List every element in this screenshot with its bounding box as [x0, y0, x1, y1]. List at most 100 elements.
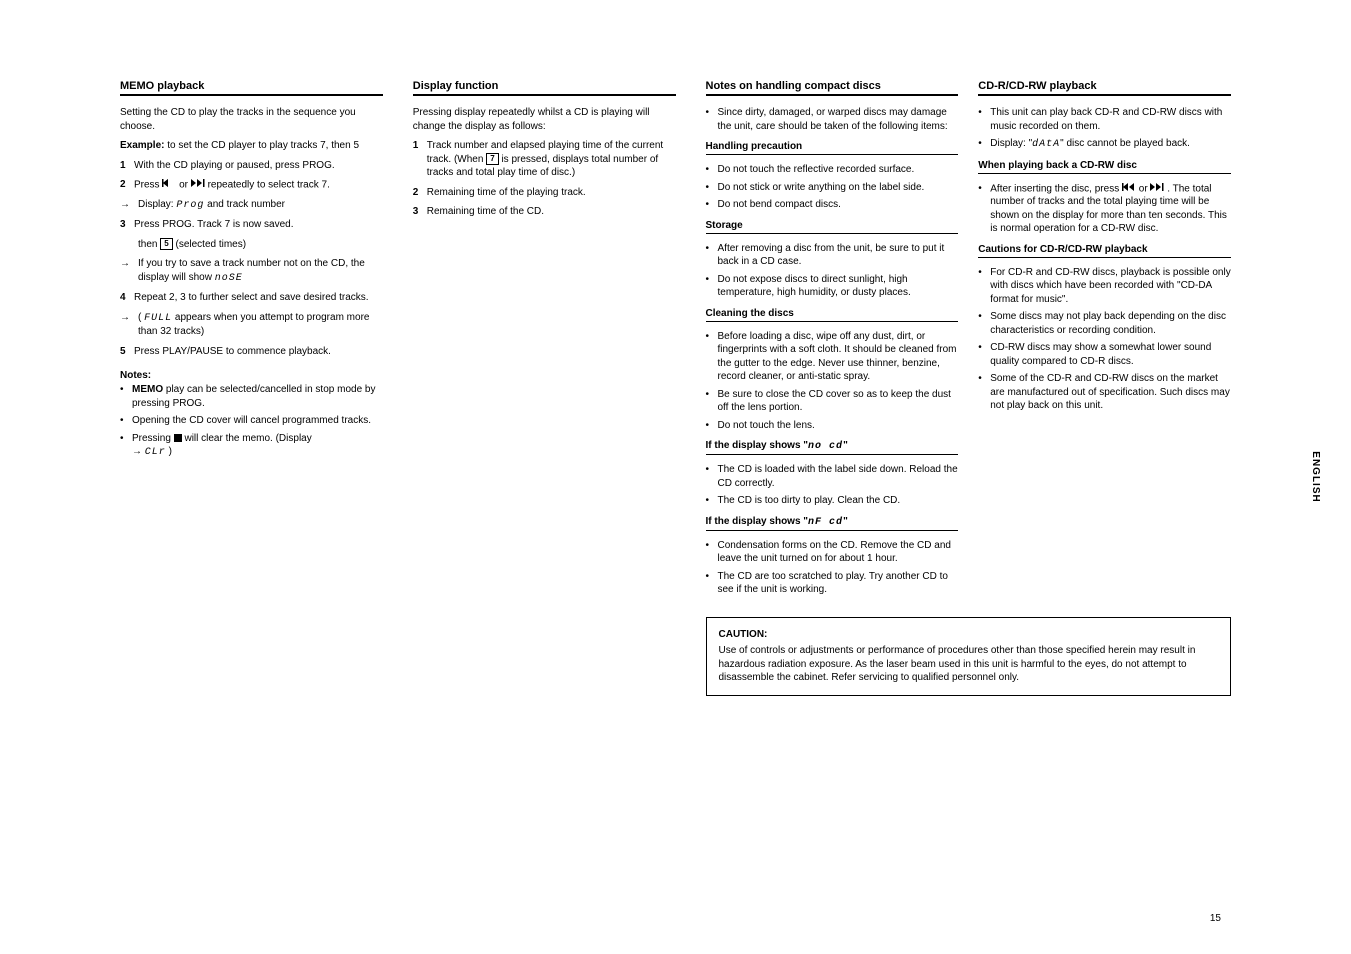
display-step-3: 3 Remaining time of the CD.: [413, 205, 676, 219]
memo-step-5: 5 Press PLAY/PAUSE to commence playback.: [120, 345, 383, 359]
title-cdr: CD-R/CD-RW playback: [978, 80, 1231, 96]
hand-b13: The CD are too scratched to play. Try an…: [718, 570, 959, 597]
memo-example: Example: to set the CD player to play tr…: [120, 139, 383, 153]
sub4-a: (: [138, 312, 141, 323]
sub3a-a: then: [138, 239, 160, 250]
cdr-c2: Some discs may not play back depending o…: [990, 310, 1231, 337]
column-display-function: Display function Pressing display repeat…: [413, 80, 676, 840]
sidebar-language-label: ENGLISH: [1310, 451, 1321, 502]
display-step-2-text: Remaining time of the playing track.: [427, 186, 586, 200]
memo-note-3d: ): [169, 446, 172, 457]
hand-b5: After removing a disc from the unit, be …: [718, 242, 959, 269]
cdr-c1: For CD-R and CD-RW discs, playback is po…: [990, 266, 1231, 307]
column-cdr-playback: CD-R/CD-RW playback •This unit can play …: [978, 80, 1231, 601]
arrow-icon: →: [120, 311, 134, 339]
hand-b6: Do not expose discs to direct sunlight, …: [718, 273, 959, 300]
memo-step-5-text: Press PLAY/PAUSE to commence playback.: [134, 345, 331, 359]
key-7: 7: [486, 153, 498, 165]
title-display: Display function: [413, 80, 676, 96]
key-5: 5: [160, 238, 172, 250]
cdr-b2c: " disc cannot be played back.: [1060, 138, 1190, 149]
skip-next-icon: [1150, 182, 1164, 196]
memo-note-2-text: Opening the CD cover will cancel program…: [132, 414, 371, 428]
column-handling-notes: Notes on handling compact discs • Since …: [706, 80, 959, 601]
h-cdr-cautions: Cautions for CD-R/CD-RW playback: [978, 244, 1231, 258]
sub3a-c: (selected times): [175, 239, 246, 250]
memo-step-2: 2 Press or repeatedly to select track 7.: [120, 178, 383, 192]
memo-note-1b: play can be selected/cancelled in stop m…: [132, 384, 375, 409]
memo-note-1: • MEMO play can be selected/cancelled in…: [120, 383, 383, 410]
memo-step-2-sub: → Display: Prog and track number: [120, 198, 383, 213]
memo-step-2b: or: [179, 179, 191, 190]
title-memo: MEMO playback: [120, 80, 383, 96]
h-handling-precaution: Handling precaution: [706, 141, 959, 155]
right-block: Notes on handling compact discs • Since …: [706, 80, 1232, 840]
memo-step-3: 3 Press PROG. Track 7 is now saved.: [120, 218, 383, 232]
hand-b12: Condensation forms on the CD. Remove the…: [718, 539, 959, 566]
caution-box: CAUTION: Use of controls or adjustments …: [706, 617, 1232, 696]
lcd-prog: Prog: [176, 200, 204, 211]
memo-step-2a: Press: [134, 179, 162, 190]
hand-b11: The CD is too dirty to play. Clean the C…: [718, 494, 901, 508]
hand-b9: Do not touch the lens.: [718, 419, 815, 433]
skip-next-icon: [191, 178, 205, 192]
notes-header: Notes:: [120, 370, 383, 381]
example-body: to set the CD player to play tracks 7, t…: [167, 140, 359, 151]
memo-note-3a: Pressing: [132, 433, 174, 444]
memo-step-4: 4 Repeat 2, 3 to further select and save…: [120, 291, 383, 305]
lcd-full: FULL: [144, 313, 172, 324]
cdr-c3: CD-RW discs may show a somewhat lower so…: [990, 341, 1231, 368]
cdr-b1: This unit can play back CD-R and CD-RW d…: [990, 106, 1231, 133]
arrow-icon: →: [120, 198, 134, 213]
hand-b4: Do not bend compact discs.: [718, 198, 841, 212]
display-step-2: 2 Remaining time of the playing track.: [413, 186, 676, 200]
memo-step-4-sub: → ( FULL appears when you attempt to pro…: [120, 311, 383, 339]
caution-body: Use of controls or adjustments or perfor…: [719, 644, 1219, 685]
page-number: 15: [1210, 913, 1221, 924]
memo-step-3-sub-b: → If you try to save a track number not …: [120, 257, 383, 285]
cdr-b3a: After inserting the disc, press: [990, 183, 1122, 194]
lcd-nose: noSE: [215, 273, 243, 284]
display-intro: Pressing display repeatedly whilst a CD …: [413, 106, 676, 133]
skip-prev-icon: [162, 178, 176, 192]
sub3b-a: If you try to save a track number not on…: [138, 258, 365, 283]
memo-step-1-text: With the CD playing or paused, press PRO…: [134, 159, 335, 173]
arrow-icon: →: [120, 257, 134, 285]
hand-b7: Before loading a disc, wipe off any dust…: [718, 330, 959, 384]
hand-b8: Be sure to close the CD cover so as to k…: [718, 388, 959, 415]
hand-b3: Do not stick or write anything on the la…: [718, 181, 925, 195]
memo-step-2c: repeatedly to select track 7.: [208, 179, 330, 190]
lcd-clr: CLr: [145, 447, 166, 458]
cdr-b2a: Display: ": [990, 138, 1032, 149]
hand-b1-text: Since dirty, damaged, or warped discs ma…: [718, 106, 959, 133]
memo-step-3-text: Press PROG. Track 7 is now saved.: [134, 218, 294, 232]
sub2-c: and track number: [207, 199, 285, 210]
h-nfcd: If the display shows "nF cd": [706, 516, 959, 531]
display-step-1: 1 Track number and elapsed playing time …: [413, 139, 676, 180]
memo-note-3: • Pressing will clear the memo. (Display…: [120, 432, 383, 460]
memo-intro: Setting the CD to play the tracks in the…: [120, 106, 383, 133]
memo-note-2: • Opening the CD cover will cancel progr…: [120, 414, 383, 428]
sub2-a: Display:: [138, 199, 176, 210]
h-cleaning: Cleaning the discs: [706, 308, 959, 322]
lcd-nocd: no cd: [808, 441, 843, 452]
memo-note-1a: MEMO: [132, 384, 163, 395]
lcd-data: dAtA: [1032, 139, 1060, 150]
column-memo-playback: MEMO playback Setting the CD to play the…: [120, 80, 383, 840]
sub4-c: appears when you attempt to program more…: [138, 312, 369, 338]
h-nocd: If the display shows "no cd": [706, 440, 959, 455]
example-lead: Example:: [120, 140, 164, 151]
caution-header: CAUTION:: [719, 628, 1219, 642]
cdr-c4: Some of the CD-R and CD-RW discs on the …: [990, 372, 1231, 413]
memo-step-1: 1 With the CD playing or paused, press P…: [120, 159, 383, 173]
h-storage: Storage: [706, 220, 959, 234]
display-step-3-text: Remaining time of the CD.: [427, 205, 544, 219]
title-handling: Notes on handling compact discs: [706, 80, 959, 96]
hand-b10: The CD is loaded with the label side dow…: [718, 463, 959, 490]
lcd-nfcd: nF cd: [808, 517, 843, 528]
memo-note-3b: will clear the memo. (Display: [184, 433, 311, 444]
hand-b2: Do not touch the reflective recorded sur…: [718, 163, 915, 177]
skip-prev-icon: [1122, 182, 1136, 196]
hand-b1: • Since dirty, damaged, or warped discs …: [706, 106, 959, 133]
cdr-b3b: or: [1139, 183, 1151, 194]
